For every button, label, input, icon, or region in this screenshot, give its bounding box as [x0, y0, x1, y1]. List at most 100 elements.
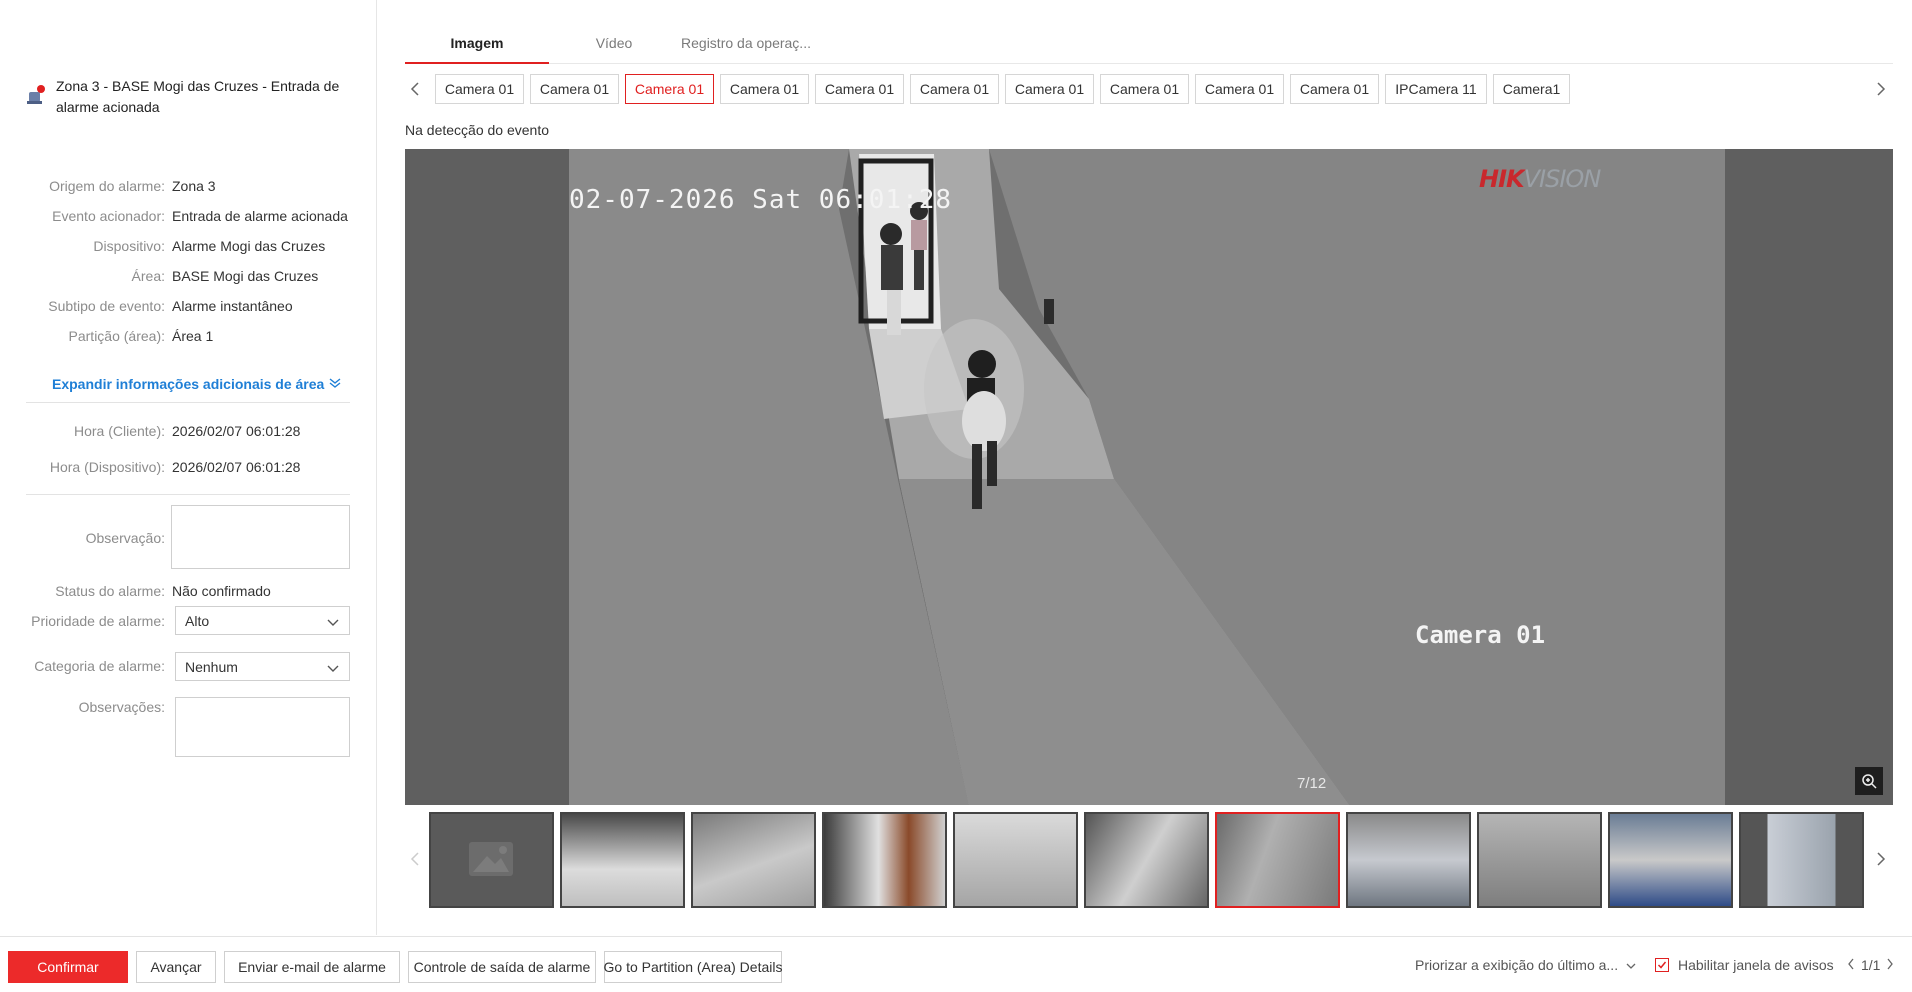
thumbnail-placeholder[interactable]	[429, 812, 554, 908]
alarm-header: Zona 3 - BASE Mogi das Cruzes - Entrada …	[26, 76, 356, 118]
camera-tab[interactable]: Camera 01	[1005, 74, 1094, 104]
alarm-title: Zona 3 - BASE Mogi das Cruzes - Entrada …	[56, 78, 340, 115]
thumbnail[interactable]	[953, 812, 1078, 908]
detail-row-trigger: Evento acionador: Entrada de alarme acio…	[0, 205, 370, 227]
camera-snapshot: 02-07-2026 Sat 06:01:28 HIKVISION Camera…	[569, 149, 1725, 805]
notes-label: Observações:	[78, 699, 165, 715]
thumbnail-active[interactable]	[1215, 812, 1340, 908]
time-label: Hora (Cliente):	[73, 423, 165, 439]
camera-tab[interactable]: Camera 01	[815, 74, 904, 104]
detail-row-partition: Partição (área): Área 1	[0, 325, 370, 347]
category-select-value: Nenhum	[185, 658, 238, 675]
detail-row-area: Área: BASE Mogi das Cruzes	[0, 265, 370, 287]
category-label: Categoria de alarme:	[34, 658, 165, 674]
thumbnail[interactable]	[560, 812, 685, 908]
detail-row-subtype: Subtipo de evento: Alarme instantâneo	[0, 295, 370, 317]
chevron-right-icon[interactable]	[1871, 78, 1891, 100]
alarm-detail-panel: Zona 3 - BASE Mogi das Cruzes - Entrada …	[0, 0, 377, 935]
time-label: Hora (Dispositivo):	[49, 459, 165, 475]
detail-row-origin: Origem do alarme: Zona 3	[0, 175, 370, 197]
media-panel: Imagem Vídeo Registro da operaç... Camer…	[405, 0, 1895, 935]
enable-popup-label: Habilitar janela de avisos	[1678, 957, 1834, 973]
thumbnail[interactable]	[1477, 812, 1602, 908]
chevron-left-icon[interactable]	[1847, 957, 1855, 973]
status-row: Status do alarme: Não confirmado	[0, 580, 370, 602]
thumbnail[interactable]	[1084, 812, 1209, 908]
send-email-button[interactable]: Enviar e-mail de alarme	[224, 951, 400, 983]
camera-tab[interactable]: Camera 01	[435, 74, 524, 104]
priority-select[interactable]: Alto	[175, 606, 350, 635]
observation-textarea[interactable]	[171, 505, 350, 569]
observation-label: Observação:	[85, 530, 165, 546]
image-placeholder-icon	[469, 842, 513, 876]
detail-label: Área:	[131, 268, 165, 284]
chevron-left-icon[interactable]	[405, 848, 425, 870]
prioritize-display-select[interactable]: Priorizar a exibição do último a...	[1415, 957, 1636, 973]
chevron-down-icon	[327, 661, 339, 677]
detail-value: BASE Mogi das Cruzes	[172, 268, 319, 284]
image-viewer[interactable]: 02-07-2026 Sat 06:01:28 HIKVISION Camera…	[405, 149, 1893, 805]
alarm-siren-icon	[26, 84, 46, 106]
brand-left: HIK	[1479, 165, 1525, 193]
status-label: Status do alarme:	[55, 583, 165, 599]
thumbnail[interactable]	[1608, 812, 1733, 908]
category-select[interactable]: Nenhum	[175, 652, 350, 681]
chevron-left-icon[interactable]	[405, 78, 425, 100]
action-bar: Confirmar Avançar Enviar e-mail de alarm…	[0, 936, 1912, 992]
expand-area-info-link[interactable]: Expandir informações adicionais de área	[52, 376, 341, 392]
detail-label: Origem do alarme:	[49, 178, 165, 194]
camera-tab[interactable]: Camera 01	[720, 74, 809, 104]
detail-value: Área 1	[172, 328, 214, 344]
camera-tab-row: Camera 01 Camera 01 Camera 01 Camera 01 …	[405, 74, 1895, 104]
detail-value: Alarme instantâneo	[172, 298, 293, 314]
chevron-right-icon[interactable]	[1886, 957, 1894, 973]
time-row-client: Hora (Cliente): 2026/02/07 06:01:28	[0, 420, 370, 442]
chevron-down-icon	[327, 615, 339, 631]
enable-popup-toggle[interactable]: Habilitar janela de avisos	[1655, 957, 1834, 973]
detail-label: Dispositivo:	[93, 238, 165, 254]
detail-label: Evento acionador:	[52, 208, 165, 224]
alarm-output-control-button[interactable]: Controle de saída de alarme	[408, 951, 596, 983]
prioritize-label: Priorizar a exibição do último a...	[1415, 957, 1619, 973]
confirm-button[interactable]: Confirmar	[8, 951, 128, 983]
partition-details-button[interactable]: Go to Partition (Area) Details	[604, 951, 782, 983]
thumbnail-strip	[405, 812, 1895, 908]
notes-textarea[interactable]	[175, 697, 350, 757]
camera-tab[interactable]: IPCamera 11	[1385, 74, 1487, 104]
camera-tab[interactable]: Camera 01	[1290, 74, 1379, 104]
thumbnail[interactable]	[1739, 812, 1864, 908]
time-value: 2026/02/07 06:01:28	[172, 459, 301, 475]
tab-operation-log[interactable]: Registro da operaç...	[681, 35, 811, 64]
next-button[interactable]: Avançar	[136, 951, 216, 983]
divider	[26, 402, 350, 403]
time-row-device: Hora (Dispositivo): 2026/02/07 06:01:28	[0, 456, 370, 478]
double-chevron-down-icon	[329, 376, 341, 392]
detail-row-device: Dispositivo: Alarme Mogi das Cruzes	[0, 235, 370, 257]
camera-tab[interactable]: Camera 01	[910, 74, 999, 104]
thumbnail[interactable]	[822, 812, 947, 908]
expand-link-label: Expandir informações adicionais de área	[52, 376, 325, 392]
osd-camera-label: Camera 01	[1415, 621, 1546, 649]
brand-right: VISION	[1523, 165, 1602, 193]
checkbox-checked-icon[interactable]	[1655, 958, 1669, 972]
chevron-right-icon[interactable]	[1871, 848, 1891, 870]
priority-select-value: Alto	[185, 612, 210, 629]
thumbnail[interactable]	[691, 812, 816, 908]
camera-tab-selected[interactable]: Camera 01	[625, 74, 714, 104]
camera-tab[interactable]: Camera 01	[530, 74, 619, 104]
osd-timestamp: 02-07-2026 Sat 06:01:28	[569, 185, 953, 215]
hikvision-logo: HIKVISION	[1479, 165, 1602, 193]
priority-label: Prioridade de alarme:	[31, 613, 165, 629]
tab-video[interactable]: Vídeo	[569, 35, 659, 64]
pager: 1/1	[1847, 957, 1894, 973]
detail-label: Partição (área):	[68, 328, 165, 344]
detail-label: Subtipo de evento:	[48, 298, 165, 314]
camera-tab[interactable]: Camera 01	[1195, 74, 1284, 104]
camera-tab[interactable]: Camera 01	[1100, 74, 1189, 104]
tab-image[interactable]: Imagem	[405, 35, 549, 64]
camera-tab[interactable]: Camera1	[1493, 74, 1570, 104]
thumbnail[interactable]	[1346, 812, 1471, 908]
detect-label: Na detecção do evento	[405, 122, 549, 138]
zoom-in-icon[interactable]	[1855, 767, 1883, 795]
status-value: Não confirmado	[172, 583, 271, 599]
